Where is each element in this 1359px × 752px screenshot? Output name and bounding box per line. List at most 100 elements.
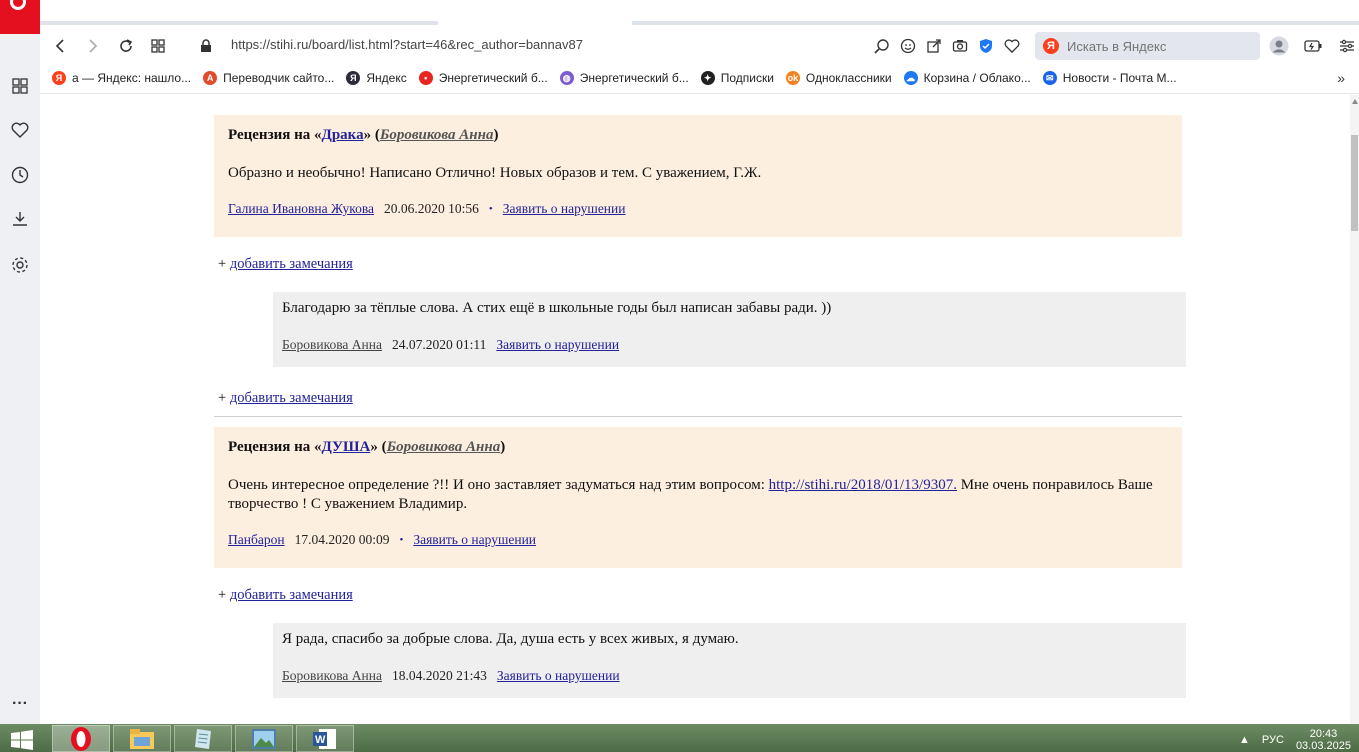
- page-content: Рецензия на «Драка» (Боровикова Анна) Об…: [40, 95, 1350, 724]
- review-text: Образно и необычно! Написано Отлично! Но…: [228, 165, 762, 181]
- add-note-row: + добавить замечания: [218, 587, 353, 603]
- bookmark-item[interactable]: Яа — Яндекс: нашло...: [52, 71, 191, 85]
- bookmarks-heart-icon[interactable]: [8, 118, 32, 142]
- address-bar: https://stihi.ru/board/list.html?start=4…: [40, 26, 1359, 66]
- reply-meta: Боровикова Анна 24.07.2020 01:11 Заявить…: [282, 337, 1177, 353]
- yandex-browser-icon: Я: [346, 71, 361, 85]
- bookmark-item[interactable]: ✦ Подписки: [700, 71, 774, 85]
- reload-button[interactable]: [114, 34, 138, 58]
- more-options-icon[interactable]: ···: [8, 692, 32, 716]
- browser-sidebar: ···: [0, 34, 40, 724]
- settings-gear-icon[interactable]: [8, 253, 32, 277]
- add-bookmark-heart-icon[interactable]: [1002, 34, 1022, 58]
- snapshot-camera-icon[interactable]: [950, 34, 970, 58]
- review-date: 17.04.2020 00:09: [294, 532, 390, 547]
- add-note-link[interactable]: добавить замечания: [230, 256, 353, 272]
- downloads-icon[interactable]: [8, 207, 32, 231]
- bookmark-label: Яндекс: [366, 71, 407, 85]
- send-to-icon[interactable]: [924, 34, 944, 58]
- reply-author-link[interactable]: Боровикова Анна: [282, 337, 382, 353]
- review-title-prefix: Рецензия на «: [228, 127, 322, 143]
- reply-meta: Боровикова Анна 18.04.2020 21:43 Заявить…: [282, 668, 1177, 684]
- speed-dial-icon[interactable]: [8, 74, 32, 98]
- taskbar-opera-icon[interactable]: [52, 725, 110, 752]
- review-meta: Галина Ивановна Жукова 20.06.2020 10:56 …: [228, 201, 1168, 217]
- add-note-link[interactable]: добавить замечания: [230, 587, 353, 603]
- bookmark-label: Переводчик сайто...: [223, 71, 335, 85]
- opera-logo-icon: [10, 0, 26, 10]
- keyboard-language[interactable]: РУС: [1262, 734, 1284, 746]
- tray-expand-icon[interactable]: ▲: [1239, 734, 1250, 746]
- bookmark-item[interactable]: Я Яндекс: [346, 71, 407, 85]
- cloud-icon: ☁: [903, 71, 918, 85]
- bookmark-item[interactable]: A Переводчик сайто...: [203, 71, 334, 85]
- clock[interactable]: 20:43 03.03.2025: [1296, 728, 1351, 752]
- history-clock-icon[interactable]: [8, 163, 32, 187]
- review-title-suffix: ): [493, 127, 499, 143]
- vpn-shield-icon[interactable]: [976, 34, 996, 58]
- windows-start-button[interactable]: [6, 727, 38, 752]
- page-scrollbar[interactable]: [1350, 95, 1359, 724]
- add-note-row: + добавить замечания: [218, 256, 353, 272]
- review-meta: Панбарон 17.04.2020 00:09 • Заявить о на…: [228, 532, 1168, 548]
- bookmarks-bar: Яа — Яндекс: нашло... A Переводчик сайто..…: [40, 66, 1359, 94]
- taskbar-word-icon[interactable]: W: [296, 725, 354, 752]
- bookmark-label: Подписки: [720, 71, 774, 85]
- taskbar-notepad-icon[interactable]: [174, 725, 232, 752]
- scrollbar-thumb[interactable]: [1351, 135, 1358, 231]
- yandex-search-box[interactable]: Я: [1035, 32, 1260, 60]
- url-field[interactable]: https://stihi.ru/board/list.html?start=4…: [231, 37, 583, 52]
- lock-icon[interactable]: [194, 34, 218, 58]
- scroll-up-arrow-icon[interactable]: [1352, 99, 1358, 104]
- review-title: Рецензия на «Драка» (Боровикова Анна): [228, 127, 1168, 144]
- report-violation-link[interactable]: Заявить о нарушении: [503, 201, 626, 217]
- bookmark-item[interactable]: ☁ Корзина / Облако...: [903, 71, 1031, 85]
- reply-text: Благодарю за тёплые слова. А стих ещё в …: [282, 300, 832, 316]
- bookmark-item[interactable]: • Энергетический б...: [418, 71, 548, 85]
- report-violation-link[interactable]: Заявить о нарушении: [413, 532, 536, 548]
- profile-avatar-icon[interactable]: [1268, 34, 1290, 58]
- taskbar-image-viewer-icon[interactable]: [235, 725, 293, 752]
- reply-author-link[interactable]: Боровикова Анна: [282, 668, 382, 684]
- sparkle-icon: ✦: [700, 71, 715, 85]
- work-link[interactable]: ДУША: [322, 439, 371, 455]
- separator-dot: •: [488, 203, 493, 215]
- zoom-icon[interactable]: [872, 34, 892, 58]
- search-input[interactable]: [1067, 38, 1247, 54]
- review-divider: [214, 416, 1182, 417]
- author-link[interactable]: Боровикова Анна: [387, 439, 501, 455]
- back-button[interactable]: [48, 34, 72, 58]
- bookmark-item[interactable]: ✉ Новости - Почта М...: [1042, 71, 1177, 85]
- tab-strip: [0, 0, 1359, 26]
- review-card: Рецензия на «ДУША» (Боровикова Анна) Оче…: [214, 427, 1182, 568]
- reply-card: Благодарю за тёплые слова. А стих ещё в …: [273, 292, 1186, 367]
- tab-indicator[interactable]: [40, 21, 438, 25]
- easy-setup-icon[interactable]: [1336, 34, 1358, 58]
- report-violation-link[interactable]: Заявить о нарушении: [497, 668, 620, 684]
- map-pin-icon: •: [418, 71, 433, 85]
- bookmarks-overflow-icon[interactable]: »: [1337, 70, 1345, 86]
- reviewer-link[interactable]: Галина Ивановна Жукова: [228, 201, 374, 217]
- bookmark-item[interactable]: ◍ Энергетический б...: [559, 71, 689, 85]
- windows-taskbar: W ▲ РУС 20:43 03.03.2025: [0, 724, 1359, 752]
- review-title-mid: » (: [370, 439, 387, 455]
- opera-menu-button[interactable]: [0, 0, 40, 34]
- author-link[interactable]: Боровикова Анна: [380, 127, 494, 143]
- work-link[interactable]: Драка: [322, 127, 364, 143]
- emoji-icon[interactable]: [898, 34, 918, 58]
- tab-indicator[interactable]: [632, 21, 1359, 25]
- forward-button[interactable]: [81, 34, 105, 58]
- tabs-grid-icon[interactable]: [146, 34, 170, 58]
- address-bar-actions: [872, 34, 1022, 58]
- battery-saver-icon[interactable]: [1302, 34, 1324, 58]
- toolbar-right: [1268, 34, 1358, 58]
- taskbar-explorer-icon[interactable]: [113, 725, 171, 752]
- yandex-icon: Я: [52, 71, 66, 85]
- bookmark-item[interactable]: ok Одноклассники: [785, 71, 892, 85]
- clock-date: 03.03.2025: [1295, 740, 1351, 752]
- external-link[interactable]: http://stihi.ru/2018/01/13/9307.: [769, 477, 957, 493]
- add-note-link[interactable]: добавить замечания: [230, 390, 353, 406]
- review-card: Рецензия на «Драка» (Боровикова Анна) Об…: [214, 115, 1182, 237]
- report-violation-link[interactable]: Заявить о нарушении: [496, 337, 619, 353]
- reviewer-link[interactable]: Панбарон: [228, 532, 285, 548]
